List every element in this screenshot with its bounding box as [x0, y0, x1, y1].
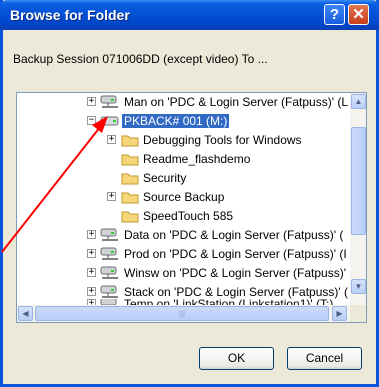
tree-item-pkback-drive[interactable]: − PKBACK# 001 (M:) — [17, 112, 351, 131]
tree-item-label: Prod on 'PDC & Login Server (Fatpuss)' (… — [124, 247, 347, 261]
vertical-scroll-thumb[interactable] — [351, 127, 366, 235]
folder-icon — [121, 211, 139, 223]
folder-tree[interactable]: + Man on 'PDC & Login Server (Fatpuss)' … — [16, 92, 367, 323]
tree-item-label: PKBACK# 001 (M:) — [122, 114, 230, 128]
tree-item-data-drive[interactable]: + Data on 'PDC & Login Server (Fatpuss)'… — [17, 226, 351, 245]
instruction-text: Backup Session 071006DD (except video) T… — [13, 52, 268, 66]
scroll-left-icon[interactable]: ◀ — [18, 306, 33, 321]
tree-item-label: Debugging Tools for Windows — [143, 133, 302, 147]
expand-plus-icon[interactable]: + — [87, 249, 96, 258]
tree-item-label: Source Backup — [143, 190, 225, 204]
close-button[interactable]: ✕ — [348, 4, 369, 25]
cancel-button[interactable]: Cancel — [287, 347, 362, 370]
expand-plus-icon[interactable]: + — [87, 97, 96, 106]
tree-item-label: Readme_flashdemo — [143, 152, 251, 166]
expand-plus-icon[interactable]: + — [87, 268, 96, 277]
tree-item-label: Data on 'PDC & Login Server (Fatpuss)' ( — [124, 228, 344, 242]
horizontal-scroll-thumb[interactable]: ||| — [35, 306, 329, 321]
title-bar[interactable]: Browse for Folder ? ✕ — [0, 0, 379, 30]
folder-icon — [121, 135, 139, 147]
browse-folder-dialog: Browse for Folder ? ✕ Backup Session 071… — [0, 0, 379, 387]
scroll-right-icon[interactable]: ▶ — [332, 306, 347, 321]
dialog-title: Browse for Folder — [10, 7, 130, 23]
tree-item-source-backup[interactable]: + Source Backup — [17, 188, 351, 207]
network-drive-icon — [100, 266, 118, 279]
tree-item-speedtouch[interactable]: SpeedTouch 585 — [17, 207, 351, 226]
tree-item-winsw-drive[interactable]: + Winsw on 'PDC & Login Server (Fatpuss)… — [17, 264, 351, 283]
tree-item-label: Man on 'PDC & Login Server (Fatpuss)' (L — [124, 95, 349, 109]
folder-icon — [121, 173, 139, 185]
help-button[interactable]: ? — [324, 4, 345, 25]
network-drive-icon — [100, 95, 118, 108]
scroll-up-icon[interactable]: ▲ — [351, 94, 366, 109]
expand-plus-icon[interactable]: + — [107, 192, 116, 201]
expand-plus-icon[interactable]: + — [87, 287, 96, 296]
tree-item-label: Winsw on 'PDC & Login Server (Fatpuss)' — [124, 266, 346, 280]
tree-item-readme-flashdemo[interactable]: Readme_flashdemo — [17, 150, 351, 169]
network-drive-icon — [100, 285, 118, 298]
expand-plus-icon[interactable]: + — [107, 135, 116, 144]
network-drive-icon — [100, 247, 118, 260]
network-drive-icon — [100, 228, 118, 241]
tree-item-security[interactable]: Security — [17, 169, 351, 188]
expand-plus-icon[interactable]: + — [87, 230, 96, 239]
collapse-minus-icon[interactable]: − — [87, 116, 96, 125]
ok-button[interactable]: OK — [199, 347, 274, 370]
tree-item-man-drive[interactable]: + Man on 'PDC & Login Server (Fatpuss)' … — [17, 93, 351, 112]
tree-item-label: Security — [143, 171, 187, 185]
horizontal-scrollbar[interactable]: ◀ ||| ▶ — [17, 305, 350, 322]
tree-item-label: SpeedTouch 585 — [143, 209, 234, 223]
folder-icon — [121, 192, 139, 204]
drive-icon — [100, 116, 119, 126]
tree-item-prod-drive[interactable]: + Prod on 'PDC & Login Server (Fatpuss)'… — [17, 245, 351, 264]
scrollbar-corner — [350, 305, 366, 322]
scroll-down-icon[interactable]: ▼ — [351, 279, 366, 294]
vertical-scrollbar[interactable]: ▲ ▼ — [350, 93, 366, 305]
tree-item-label: Stack on 'PDC & Login Server (Fatpuss)' … — [124, 285, 348, 299]
folder-icon — [121, 154, 139, 166]
tree-item-debugging-tools[interactable]: + Debugging Tools for Windows — [17, 131, 351, 150]
